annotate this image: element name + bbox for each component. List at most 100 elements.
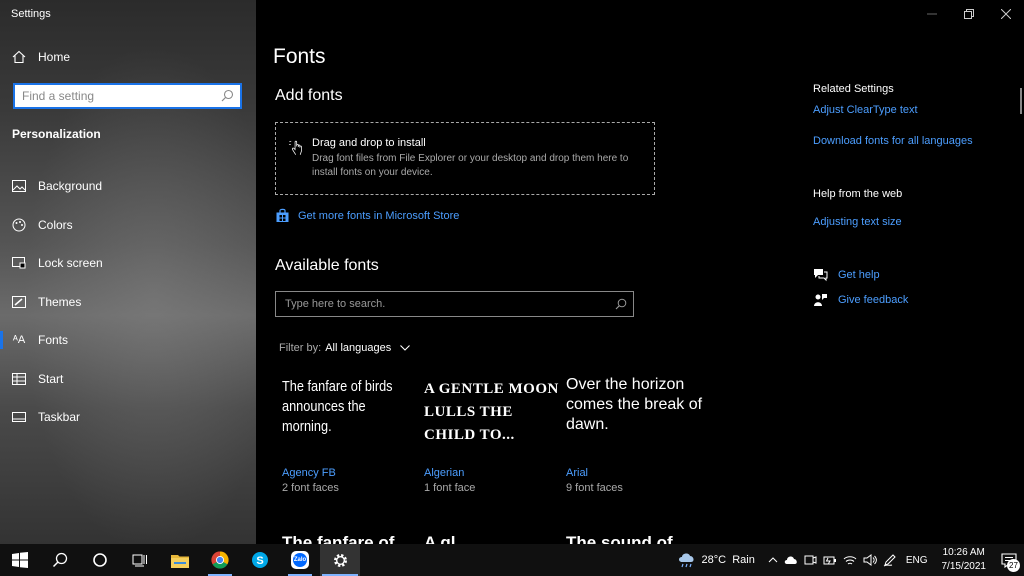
system-tray: 28°C Rain ENG 10:26 AM 7/15/2021 27 <box>675 544 1024 576</box>
sidebar-item-label: Start <box>38 371 64 386</box>
sidebar-item-background[interactable]: Background <box>0 167 256 206</box>
font-drop-zone[interactable]: Drag and drop to install Drag font files… <box>275 122 655 195</box>
related-settings-heading: Related Settings <box>813 83 894 95</box>
start-button[interactable] <box>0 544 40 576</box>
device-icon <box>804 555 817 565</box>
font-face-count: 9 font faces <box>566 482 623 494</box>
device-tray[interactable] <box>801 544 820 576</box>
microsoft-store-link[interactable]: Get more fonts in Microsoft Store <box>275 208 459 223</box>
close-button[interactable] <box>987 0 1024 28</box>
cortana-icon <box>93 553 107 567</box>
start-layout-icon <box>12 372 26 386</box>
action-center-button[interactable]: 27 <box>994 544 1024 576</box>
download-fonts-link[interactable]: Download fonts for all languages <box>813 135 973 147</box>
get-help-link[interactable]: Get help <box>813 268 880 282</box>
svg-text:S: S <box>256 555 263 567</box>
give-feedback-link[interactable]: Give feedback <box>813 293 908 307</box>
font-face-count: 1 font face <box>424 482 476 494</box>
pen-icon <box>883 554 896 567</box>
available-fonts-heading: Available fonts <box>275 257 379 274</box>
font-search-input[interactable] <box>276 298 633 310</box>
speaker-icon <box>863 554 877 566</box>
sidebar-item-lock-screen[interactable]: Lock screen <box>0 244 256 283</box>
search-icon[interactable] <box>221 89 234 102</box>
sidebar-item-start[interactable]: Start <box>0 360 256 399</box>
cortana-button[interactable] <box>80 544 120 576</box>
feedback-icon <box>814 294 827 306</box>
font-preview-partial[interactable]: The sound of <box>566 533 673 544</box>
windows-icon <box>12 552 28 568</box>
font-preview: The fanfare of birds announces the morni… <box>282 378 393 435</box>
weather-widget[interactable]: 28°C Rain <box>675 544 765 576</box>
home-button[interactable]: Home <box>12 50 70 64</box>
taskbar-icon <box>12 410 26 424</box>
scrollbar[interactable] <box>1020 88 1022 114</box>
file-explorer-button[interactable] <box>160 544 200 576</box>
taskbar: S Zalo 28°C Rain ENG 10:26 AM 7/15/2021 … <box>0 544 1024 576</box>
setting-search-input[interactable] <box>15 85 240 107</box>
font-preview-partial[interactable]: A gl <box>424 533 455 544</box>
sidebar-item-colors[interactable]: Colors <box>0 206 256 245</box>
adjust-text-size-link[interactable]: Adjusting text size <box>813 216 902 228</box>
sidebar-item-label: Colors <box>38 217 73 232</box>
section-title: Personalization <box>12 127 101 141</box>
restore-icon <box>963 9 974 19</box>
battery-icon <box>823 556 836 564</box>
chat-help-icon <box>814 269 828 282</box>
task-view-icon <box>132 554 147 567</box>
restore-button[interactable] <box>950 0 987 28</box>
language-filter[interactable]: Filter by: All languages <box>279 342 411 354</box>
taskbar-search-button[interactable] <box>40 544 80 576</box>
task-view-button[interactable] <box>120 544 160 576</box>
network-tray[interactable] <box>840 544 860 576</box>
font-card-algerian[interactable]: A gentle moon lulls the child to... Alge… <box>424 375 564 494</box>
skype-button[interactable]: S <box>240 544 280 576</box>
wifi-icon <box>843 555 857 564</box>
language-indicator[interactable]: ENG <box>900 544 934 576</box>
nav-list: Background Colors Lock screen Themes ᴬA … <box>0 167 256 437</box>
cleartype-link[interactable]: Adjust ClearType text <box>813 104 918 116</box>
weather-text: 28°C Rain <box>701 554 755 566</box>
sidebar-item-themes[interactable]: Themes <box>0 283 256 322</box>
sidebar: Settings Home Personalization Background… <box>0 0 256 544</box>
picture-icon <box>12 179 26 193</box>
pen-tray[interactable] <box>880 544 900 576</box>
font-preview: A gentle moon lulls the child to... <box>424 381 559 443</box>
sidebar-item-label: Themes <box>38 294 82 309</box>
close-icon <box>1000 9 1011 19</box>
main-pane: Fonts Add fonts Drag and drop to install… <box>256 0 1024 544</box>
onedrive-tray[interactable] <box>781 544 801 576</box>
setting-search-box[interactable] <box>13 83 242 109</box>
folder-icon <box>171 554 189 568</box>
drop-zone-title: Drag and drop to install <box>312 137 426 149</box>
drop-zone-description: Drag font files from File Explorer or yo… <box>312 153 629 178</box>
home-label: Home <box>38 50 71 64</box>
font-card-agency-fb[interactable]: The fanfare of birds announces the morni… <box>282 375 422 494</box>
sidebar-item-taskbar[interactable]: Taskbar <box>0 398 256 437</box>
font-name: Arial <box>566 467 589 479</box>
battery-tray[interactable] <box>820 544 840 576</box>
chevron-down-icon <box>400 345 411 351</box>
minimize-button[interactable] <box>913 0 950 28</box>
show-hidden-icons-button[interactable] <box>765 544 781 576</box>
font-preview-partial[interactable]: The fanfare of <box>282 533 394 544</box>
font-icon: ᴬA <box>12 334 26 347</box>
font-search-box[interactable] <box>275 291 634 317</box>
drag-hand-icon <box>288 140 302 155</box>
search-icon <box>52 552 68 568</box>
chrome-button[interactable] <box>200 544 240 576</box>
skype-icon: S <box>252 552 268 568</box>
settings-taskbar-button[interactable] <box>320 544 360 576</box>
clock-date: 7/15/2021 <box>941 561 987 572</box>
zalo-icon-label: Zalo <box>293 557 307 563</box>
notification-count-badge: 27 <box>1007 559 1020 572</box>
font-card-arial[interactable]: Over the horizon comes the break of dawn… <box>566 375 706 494</box>
sidebar-item-fonts[interactable]: ᴬA Fonts <box>0 321 256 360</box>
search-icon[interactable] <box>615 298 627 310</box>
volume-tray[interactable] <box>860 544 880 576</box>
gear-icon <box>333 553 347 567</box>
zalo-button[interactable]: Zalo <box>280 544 320 576</box>
clock[interactable]: 10:26 AM 7/15/2021 <box>934 546 995 574</box>
store-icon <box>276 208 289 222</box>
add-fonts-heading: Add fonts <box>275 87 343 104</box>
